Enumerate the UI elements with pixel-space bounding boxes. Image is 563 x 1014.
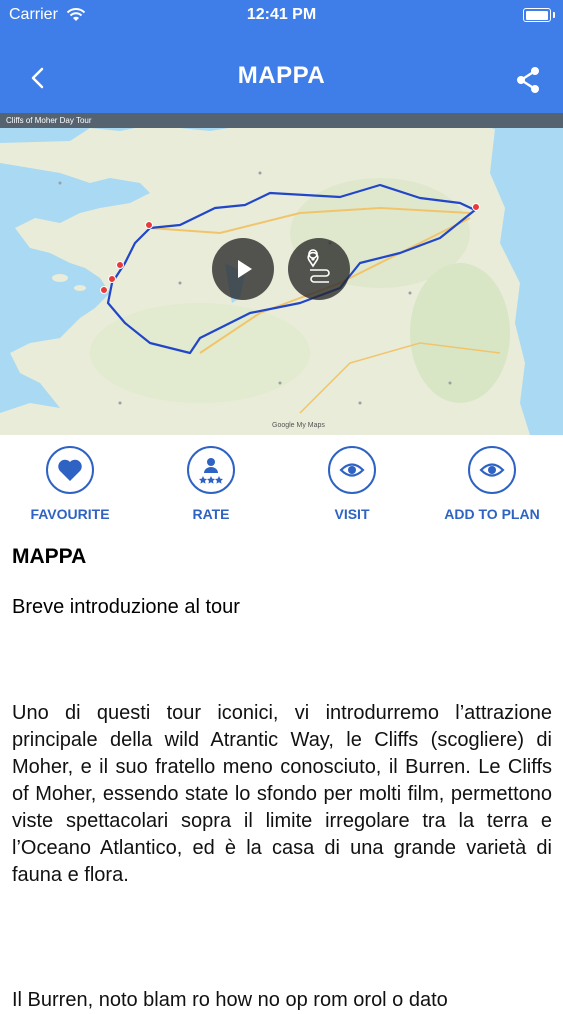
status-bar: Carrier 12:41 PM (0, 0, 563, 30)
favourite-label: FAVOURITE (30, 506, 110, 522)
favourite-button[interactable]: FAVOURITE (10, 446, 130, 522)
play-icon (238, 260, 252, 278)
map-watermark: Google My Maps (272, 422, 325, 429)
user-rating-icon (199, 458, 223, 484)
content-title: MAPPA (12, 545, 87, 568)
visit-label: VISIT (334, 506, 370, 522)
app-header: Carrier 12:41 PM MAPPA (0, 0, 563, 113)
rate-circle (187, 446, 235, 494)
action-bar: FAVOURITE RATE VISIT ADD TO PLAN (0, 446, 563, 536)
battery-icon (523, 8, 555, 22)
intro-text: Breve introduzione al tour (12, 596, 240, 618)
map-image (0, 113, 563, 435)
description-paragraph-next: Il Burren, noto blam ro how no op rom or… (12, 989, 448, 1011)
map-pin-icon (307, 249, 330, 283)
rate-label: RATE (192, 506, 230, 522)
description-paragraph: Uno di questi tour iconici, vi introdurr… (12, 702, 552, 886)
page-title: MAPPA (237, 62, 326, 89)
eye-icon (339, 463, 365, 477)
visit-button[interactable]: VISIT (292, 446, 412, 522)
visit-circle (328, 446, 376, 494)
clock: 12:41 PM (246, 6, 317, 23)
play-button[interactable] (212, 238, 274, 300)
add-to-plan-label: ADD TO PLAN (444, 506, 540, 522)
eye-icon (479, 463, 505, 477)
favourite-circle (46, 446, 94, 494)
rate-button[interactable]: RATE (151, 446, 271, 522)
add-to-plan-button[interactable]: ADD TO PLAN (432, 446, 552, 522)
map-title-bar: Cliffs of Moher Day Tour (0, 113, 563, 128)
add-to-plan-circle (468, 446, 516, 494)
location-button[interactable] (288, 238, 350, 300)
share-button[interactable] (515, 66, 541, 94)
route-map[interactable]: Cliffs of Moher Day Tour Google My Maps (0, 113, 563, 435)
heart-icon (58, 459, 82, 481)
